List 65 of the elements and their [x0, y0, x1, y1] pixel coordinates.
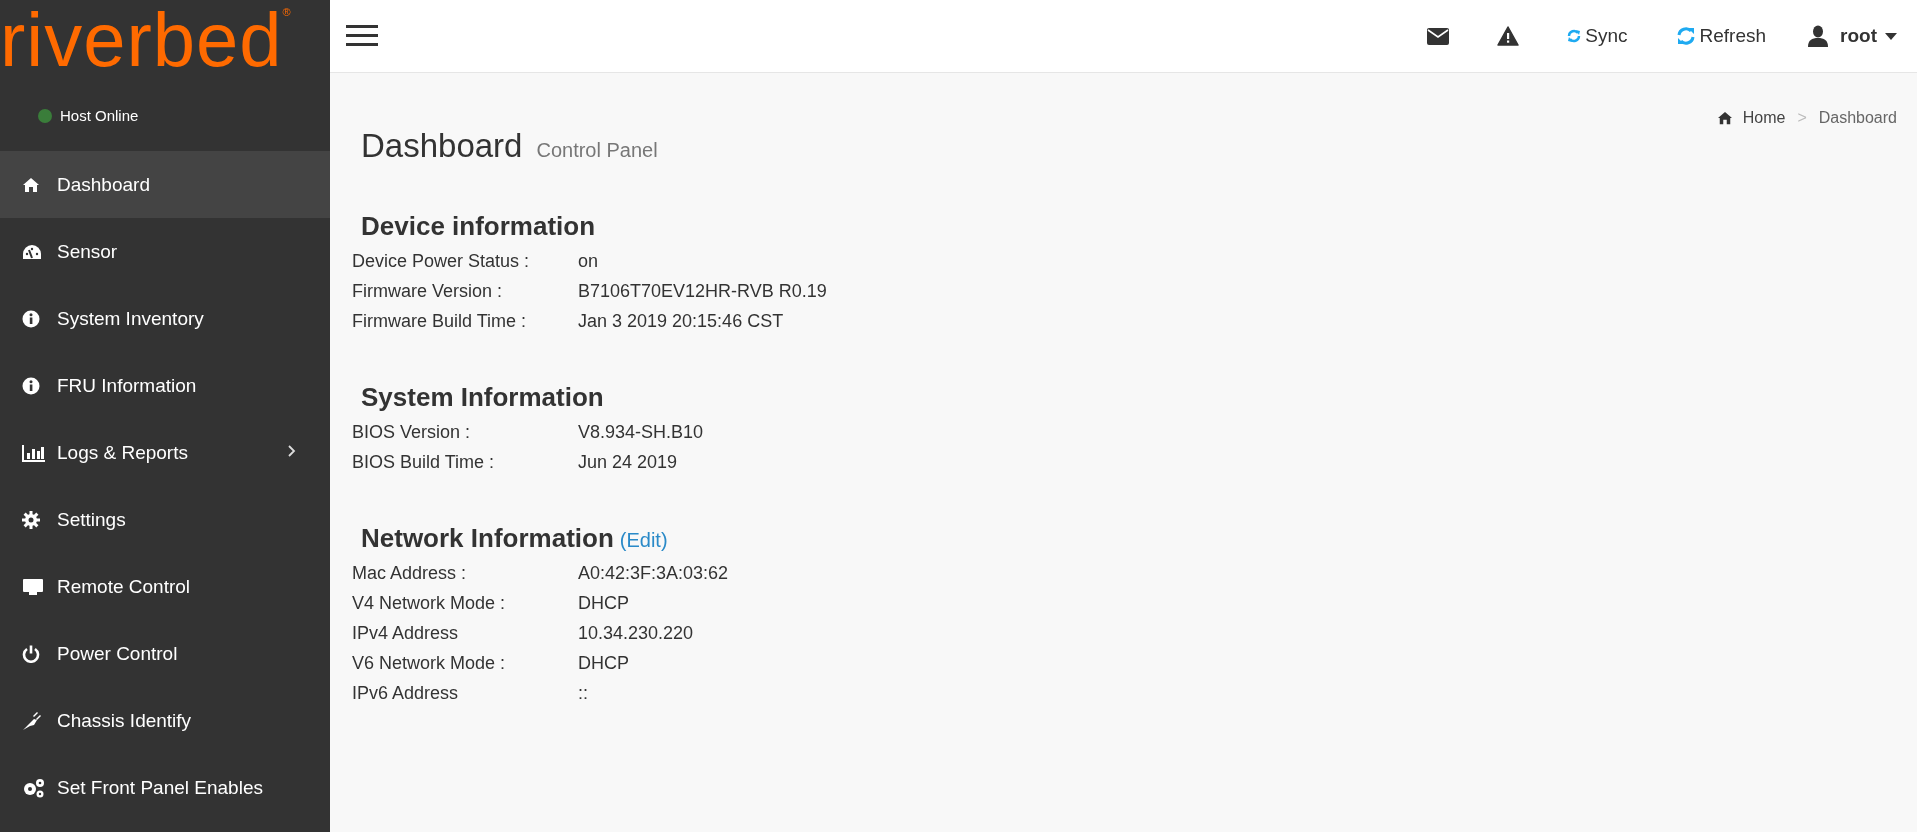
field-label: V6 Network Mode :	[352, 652, 507, 674]
gears-icon	[22, 777, 46, 798]
registered-mark: ®	[282, 6, 291, 18]
home-icon	[22, 176, 40, 193]
section-heading: System Information	[361, 382, 604, 413]
host-status: Host Online	[60, 107, 139, 124]
page-subtitle: Control Panel	[536, 139, 658, 162]
home-icon	[1716, 111, 1733, 125]
envelope-icon	[1427, 27, 1450, 45]
field-value: DHCP	[578, 652, 629, 674]
monitor-icon	[22, 577, 44, 596]
field-label: Mac Address :	[352, 562, 468, 584]
field-value: Jun 24 2019	[578, 451, 678, 473]
breadcrumb-separator: >	[1797, 109, 1807, 127]
field-value: B7106T70EV12HR-RVB R0.19	[578, 280, 827, 302]
page-title: Dashboard	[361, 127, 523, 165]
sidebar-item[interactable]: Settings	[0, 486, 330, 553]
refresh-button[interactable]: Refresh	[1675, 25, 1767, 47]
field-value: Jan 3 2019 20:15:46 CST	[578, 310, 784, 332]
warning-icon	[1497, 26, 1520, 46]
sidebar-item[interactable]: Dashboard	[0, 151, 330, 218]
sidebar-item[interactable]: Remote Control	[0, 553, 330, 620]
section-heading: Device information	[361, 211, 596, 242]
logo: riverbed	[0, 0, 283, 80]
sidebar-item[interactable]: Logs & Reports	[0, 419, 330, 486]
breadcrumb-current: Dashboard	[1818, 109, 1897, 127]
bar-chart-icon	[22, 443, 46, 462]
field-value: ::	[578, 682, 588, 704]
field-label: BIOS Build Time :	[352, 451, 496, 473]
field-label: IPv4 Address	[352, 622, 460, 644]
edit-link[interactable]: (Edit)	[619, 529, 668, 552]
info-icon	[22, 376, 40, 395]
gear-icon	[22, 510, 40, 529]
menu-button[interactable]	[346, 25, 378, 47]
messages-button[interactable]	[1427, 27, 1450, 45]
power-icon	[22, 644, 40, 663]
sidebar-item[interactable]: Power Control	[0, 620, 330, 687]
field-label: Firmware Version :	[352, 280, 504, 302]
info-icon	[22, 309, 40, 328]
menu-icon	[346, 25, 378, 47]
field-value: 10.34.230.220	[578, 622, 694, 644]
sidebar-item[interactable]: Set Front Panel Enables	[0, 754, 330, 821]
field-label: IPv6 Address	[352, 682, 460, 704]
field-value: on	[578, 250, 599, 272]
sidebar-item[interactable]: Chassis Identify	[0, 687, 330, 754]
sidebar-item[interactable]: System Inventory	[0, 285, 330, 352]
alerts-button[interactable]	[1497, 26, 1520, 46]
sidebar-item[interactable]: FRU Information	[0, 352, 330, 419]
field-label: Device Power Status :	[352, 250, 531, 272]
section-heading: Network Information	[361, 523, 614, 554]
field-value: A0:42:3F:3A:03:62	[578, 562, 729, 584]
field-label: BIOS Version :	[352, 421, 472, 443]
sidebar-item[interactable]: Sensor	[0, 218, 330, 285]
field-value: V8.934-SH.B10	[578, 421, 704, 443]
sync-button[interactable]: Sync	[1567, 25, 1628, 47]
field-value: DHCP	[578, 592, 629, 614]
refresh-icon	[1675, 26, 1696, 46]
gauge-icon	[22, 243, 42, 260]
breadcrumb-link[interactable]: Home	[1716, 109, 1786, 127]
sync-icon	[1567, 28, 1582, 44]
field-label: V4 Network Mode :	[352, 592, 507, 614]
field-label: Firmware Build Time :	[352, 310, 528, 332]
caret-icon	[1885, 32, 1897, 40]
user-menu[interactable]: root	[1808, 25, 1897, 47]
user-icon	[1808, 25, 1829, 47]
